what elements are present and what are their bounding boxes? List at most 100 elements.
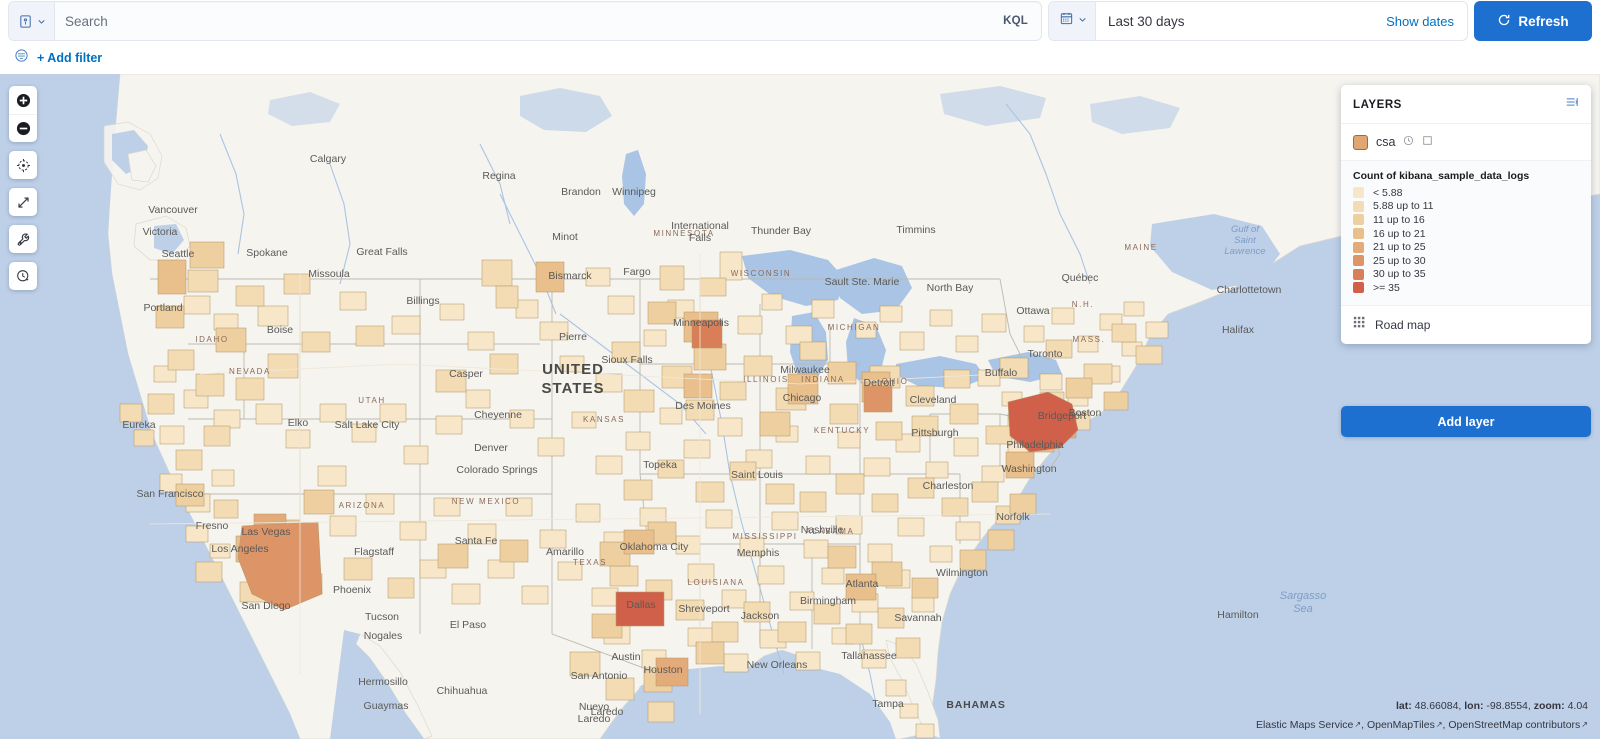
zoom-value: 4.04 [1567, 700, 1588, 712]
legend-label: 30 up to 35 [1373, 268, 1426, 281]
svg-text:KENTUCKY: KENTUCKY [814, 426, 870, 435]
zoom-controls [9, 86, 37, 142]
legend-swatch [1353, 228, 1364, 240]
map-city-label: Boise [267, 324, 293, 336]
svg-text:ILLINOIS: ILLINOIS [743, 375, 789, 384]
legend-label: 5.88 up to 11 [1373, 200, 1434, 213]
kql-toggle[interactable]: KQL [990, 15, 1041, 27]
tools-group [9, 225, 37, 253]
external-link-icon: ↗ [1581, 720, 1588, 729]
tools-icon[interactable] [9, 225, 37, 253]
map-city-label: Fresno [196, 520, 229, 532]
quick-select-button[interactable] [1049, 2, 1096, 40]
map-city-label: Tucson [365, 611, 399, 623]
locate-icon[interactable] [9, 151, 37, 179]
map-city-label: Detroit [864, 377, 895, 389]
map-city-label: Houston [643, 664, 682, 676]
basemap-row[interactable]: Road map [1341, 306, 1591, 344]
map-city-label: Spokane [246, 247, 288, 259]
map-city-label: Des Moines [675, 400, 730, 412]
locate-group [9, 151, 37, 179]
map-canvas[interactable]: .land { fill:#f6f4ef; stroke:#dcd8cf; st… [0, 74, 1600, 739]
external-link-icon: ↗ [1435, 720, 1443, 729]
svg-text:Sargasso: Sargasso [1280, 590, 1326, 602]
lon-label: lon: [1464, 700, 1484, 712]
svg-text:NEW MEXICO: NEW MEXICO [452, 497, 520, 506]
map-city-label: Norfolk [996, 511, 1030, 523]
map-city-label: Elko [288, 417, 309, 429]
map-city-label: Sioux Falls [601, 354, 652, 366]
map-city-label: San Antonio [571, 670, 628, 682]
map-city-label: Chicago [783, 392, 822, 404]
map-city-label: Thunder Bay [751, 225, 812, 237]
saved-query-icon [18, 14, 33, 29]
svg-text:STATES: STATES [542, 380, 605, 397]
map-city-label: Washington [1001, 463, 1056, 475]
date-range-text[interactable]: Last 30 days [1096, 14, 1373, 29]
add-filter-button[interactable]: + Add filter [37, 51, 102, 65]
search-input[interactable] [55, 13, 991, 29]
map-city-label: Las Vegas [241, 526, 290, 538]
add-layer-button[interactable]: Add layer [1341, 406, 1591, 437]
refresh-label: Refresh [1518, 13, 1569, 29]
layers-panel-title: LAYERS [1353, 98, 1402, 111]
map-city-label: Falls [689, 232, 711, 244]
collapse-panel-icon[interactable] [1565, 95, 1579, 114]
map-city-label: Colorado Springs [456, 464, 537, 476]
attribution-link[interactable]: Elastic Maps Service [1256, 719, 1353, 731]
map-city-label: Minneapolis [673, 317, 729, 329]
fit-to-data-icon[interactable] [9, 188, 37, 216]
legend-swatch [1353, 241, 1364, 253]
map-city-label: Flagstaff [354, 546, 394, 558]
map-city-label: San Francisco [136, 488, 203, 500]
query-bar: KQL Last 30 days Show dates [0, 0, 1600, 42]
map-city-label: Cheyenne [474, 409, 522, 421]
svg-text:Lawrence: Lawrence [1224, 246, 1265, 257]
attribution-link[interactable]: OpenMapTiles [1367, 719, 1435, 731]
show-dates-button[interactable]: Show dates [1373, 14, 1467, 29]
map-city-label: Hamilton [1217, 609, 1259, 621]
svg-text:Gulf of: Gulf of [1231, 224, 1260, 235]
svg-text:INDIANA: INDIANA [801, 375, 845, 384]
map-city-label: Pittsburgh [911, 427, 958, 439]
filter-bar: + Add filter [0, 42, 1600, 74]
map-city-label: Fargo [623, 266, 651, 278]
refresh-button[interactable]: Refresh [1474, 1, 1592, 41]
map-city-label: Portland [143, 302, 182, 314]
saved-query-button[interactable] [9, 2, 55, 40]
extent-icon [1422, 133, 1433, 151]
legend-title: Count of kibana_sample_data_logs [1353, 170, 1530, 182]
lat-value: 48.66084 [1414, 700, 1459, 712]
map-city-label: Tampa [872, 698, 904, 710]
legend-rows: < 5.88 5.88 up to 11 11 up to 16 16 up to 2… [1353, 186, 1579, 295]
map-city-label: Buffalo [985, 367, 1018, 379]
external-link-icon: ↗ [1354, 720, 1362, 729]
timeslider-icon[interactable] [9, 262, 37, 290]
map-city-label: Minot [552, 231, 578, 243]
map-city-label: Eureka [122, 419, 155, 431]
map-city-label: Halifax [1222, 324, 1255, 336]
filter-icon[interactable] [14, 48, 29, 68]
map-city-label: Philadelphia [1006, 439, 1063, 451]
attribution-link[interactable]: OpenStreetMap contributors [1448, 719, 1580, 731]
map-city-label: Jackson [741, 610, 780, 622]
map-city-label: International [671, 220, 729, 232]
refresh-icon [1497, 13, 1511, 30]
map-city-label: Pierre [559, 331, 587, 343]
svg-text:KANSAS: KANSAS [583, 415, 625, 424]
svg-text:NEVADA: NEVADA [229, 367, 271, 376]
zoom-in-icon[interactable] [9, 86, 37, 114]
map-city-label: Hermosillo [358, 676, 408, 688]
map-city-label: Charleston [923, 480, 974, 492]
lon-value: -98.8554 [1486, 700, 1528, 712]
map-city-label: Vancouver [148, 204, 198, 216]
layer-item-csa[interactable]: csa [1341, 124, 1591, 160]
map-city-label: Great Falls [356, 246, 407, 258]
map-city-label: Laredo [578, 713, 611, 725]
svg-text:UTAH: UTAH [358, 396, 386, 405]
legend-row: >= 35 [1353, 281, 1579, 295]
grid-icon [1353, 316, 1366, 334]
zoom-out-icon[interactable] [9, 114, 37, 142]
svg-text:IDAHO: IDAHO [195, 335, 228, 344]
map-city-label: Seattle [162, 248, 195, 260]
